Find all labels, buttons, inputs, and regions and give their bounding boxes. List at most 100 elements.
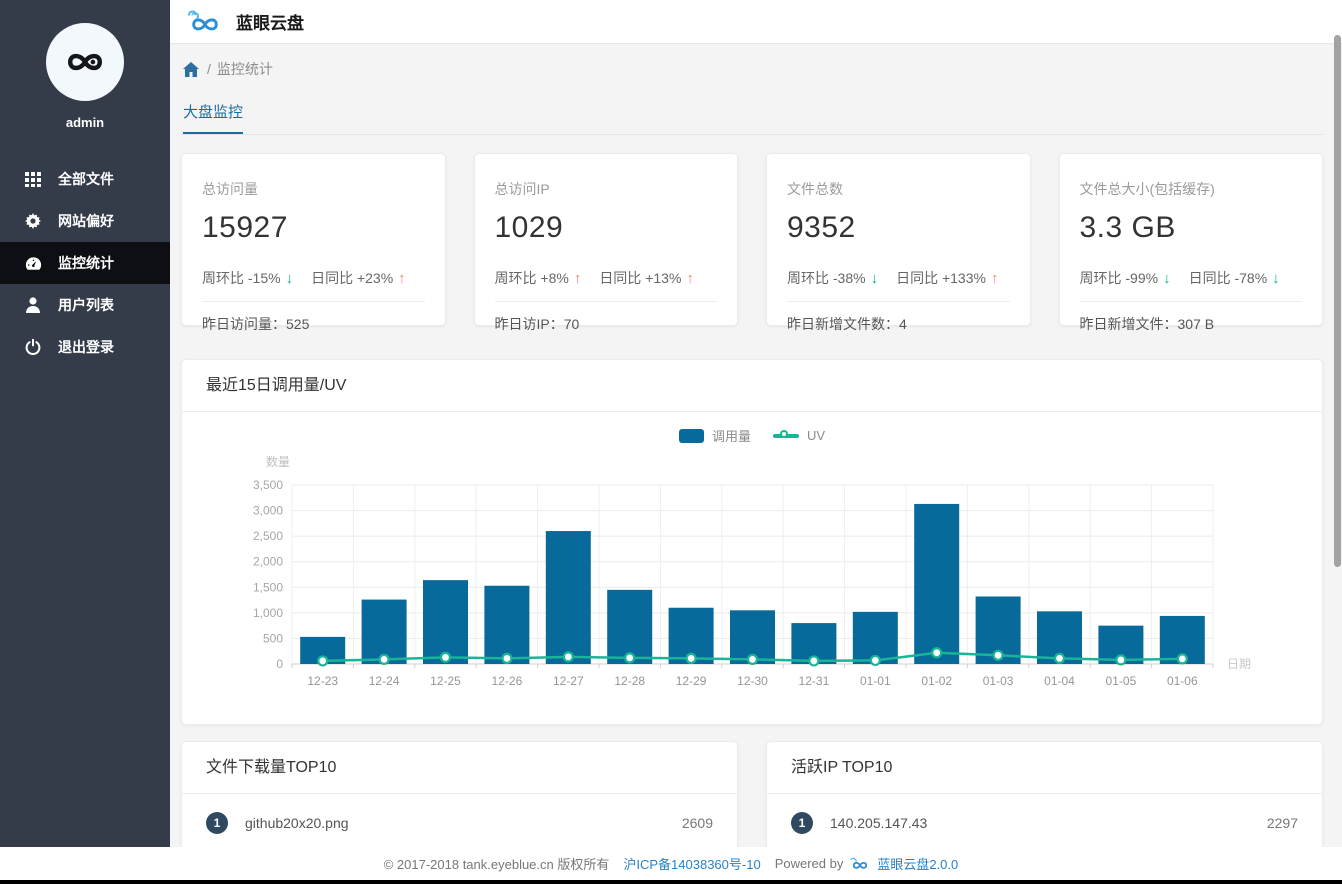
svg-text:01-01: 01-01 [860,674,891,688]
stat-label: 总访问量 [202,181,258,197]
svg-text:3,000: 3,000 [253,504,283,518]
week-trend: 周环比 -15% ↓ [202,269,294,287]
file-name: github20x20.png [245,815,349,831]
stat-footer: 昨日访IP：70 [494,316,580,332]
breadcrumb: / 监控统计 [181,59,1323,79]
uv-chart-card: 最近15日调用量/UV 调用量 UV 0 500 1,000 1,500 2,000 2,… [181,359,1323,725]
ip-address: 140.205.147.43 [830,815,928,831]
stat-footer: 昨日访问量：525 [202,316,310,332]
app-title: 蓝眼云盘 [236,14,304,33]
day-trend: 日同比 +23% ↑ [311,269,406,287]
svg-text:12-28: 12-28 [614,674,645,688]
day-trend: 日同比 +13% ↑ [599,269,694,287]
stat-label: 文件总大小(包括缓存) [1079,181,1215,197]
sidebar-item-monitor[interactable]: 监控统计 [0,242,170,284]
home-icon[interactable] [183,61,199,77]
copyright: © 2017-2018 tank.eyeblue.cn 版权所有 [383,857,610,872]
page-scrollbar-thumb[interactable] [1334,35,1341,567]
trend-arrow-icon: ↑ [990,269,999,287]
divider [494,301,717,302]
sidebar-item-all-files[interactable]: 全部文件 [0,158,170,200]
brand-version-link[interactable]: 蓝眼云盘2.0.0 [877,854,958,873]
list-item: 1 github20x20.png 2609 [182,794,737,852]
window-bottom-strip [0,880,1342,884]
brand-logo-small-icon [850,857,868,869]
list-title: 活跃IP TOP10 [767,742,1322,794]
day-trend: 日同比 +133% ↑ [896,269,999,287]
svg-text:数量: 数量 [266,454,290,469]
rank-badge: 1 [206,812,228,834]
svg-text:12-30: 12-30 [737,674,768,688]
stat-value: 1029 [494,211,564,244]
svg-text:日期: 日期 [1227,657,1251,671]
trend-arrow-icon: ↓ [1163,269,1171,287]
trend-arrow-icon: ↓ [1272,269,1280,287]
infinity-logo-icon [68,53,102,71]
divider [1079,301,1302,302]
bar-series-swatch [678,428,704,443]
sidebar-item-users[interactable]: 用户列表 [0,284,170,326]
gauge-icon [24,254,42,272]
stat-card-total-visits: 总访问量 15927 周环比 -15% ↓ 日同比 +23% ↑ 昨日访问量：525 [181,153,446,332]
username: admin [65,115,105,130]
sidebar: admin 全部文件 网站偏好 监控统计 用户列表 退出登录 [0,0,170,880]
svg-text:12-31: 12-31 [799,674,830,688]
bar-line-chart[interactable]: 0 500 1,000 1,500 2,000 2,500 3,000 3,500 12-23 1… [182,412,1324,707]
sidebar-menu: 全部文件 网站偏好 监控统计 用户列表 退出登录 [0,158,170,368]
svg-text:01-03: 01-03 [983,674,1014,688]
svg-text:12-24: 12-24 [369,674,400,688]
list-title: 文件下载量TOP10 [182,742,737,794]
stat-label: 总访问IP [494,181,550,197]
trend-arrow-icon: ↓ [870,269,879,287]
line-series-swatch [772,429,799,438]
svg-text:1,000: 1,000 [253,606,283,620]
sidebar-item-label: 监控统计 [58,255,114,271]
active-ip-top10-card: 活跃IP TOP10 1 140.205.147.43 2297 [766,741,1323,861]
svg-text:01-05: 01-05 [1106,674,1137,688]
svg-text:12-27: 12-27 [553,674,584,688]
svg-text:01-06: 01-06 [1167,674,1198,688]
svg-text:12-25: 12-25 [430,674,461,688]
top-lists-row: 文件下载量TOP10 1 github20x20.png 2609 活跃IP T… [181,741,1323,861]
header: 蓝眼云盘 [170,0,1342,44]
sidebar-item-label: 网站偏好 [58,213,114,229]
icp-link[interactable]: 沪ICP备14038360号-10 [623,854,760,873]
stat-label: 文件总数 [787,181,843,197]
svg-text:1,500: 1,500 [253,580,283,594]
stat-footer: 昨日新增文件：307 B [1079,316,1215,332]
svg-text:2,000: 2,000 [253,555,283,569]
sidebar-item-label: 用户列表 [58,297,114,313]
day-trend: 日同比 -78% ↓ [1188,269,1280,287]
stat-card-total-size: 文件总大小(包括缓存) 3.3 GB 周环比 -99% ↓ 日同比 -78% ↓ 昨… [1058,153,1323,332]
legend-item-calls[interactable]: 调用量 [678,426,751,445]
legend-item-uv[interactable]: UV [772,428,825,443]
tabs-bar: 大盘监控 [181,101,1323,135]
stat-cards-row: 总访问量 15927 周环比 -15% ↓ 日同比 +23% ↑ 昨日访问量：525… [181,153,1323,332]
stat-card-total-files: 文件总数 9352 周环比 -38% ↓ 日同比 +133% ↑ 昨日新增文件数：4 [766,153,1031,332]
user-icon [24,296,42,314]
avatar[interactable] [46,23,124,101]
sidebar-item-label: 全部文件 [58,171,114,187]
rank-badge: 1 [791,812,813,834]
powered-by: Powered by 蓝眼云盘2.0.0 [774,854,959,873]
divider [202,301,425,302]
week-trend: 周环比 -99% ↓ [1079,269,1171,287]
list-item: 1 140.205.147.43 2297 [767,794,1322,852]
tab-dashboard-monitor[interactable]: 大盘监控 [183,101,244,134]
stat-value: 3.3 GB [1079,211,1176,244]
week-trend: 周环比 -38% ↓ [787,269,879,287]
trend-arrow-icon: ↑ [573,269,582,287]
downloads-top10-card: 文件下载量TOP10 1 github20x20.png 2609 [181,741,738,861]
svg-text:0: 0 [276,657,283,671]
download-count: 2609 [681,815,713,831]
grid-icon [24,170,42,188]
week-trend: 周环比 +8% ↑ [494,269,582,287]
divider [787,301,1010,302]
trend-arrow-icon: ↓ [285,269,294,287]
sidebar-item-logout[interactable]: 退出登录 [0,326,170,368]
visit-count: 2297 [1266,815,1298,831]
svg-text:12-23: 12-23 [307,674,338,688]
sidebar-item-preferences[interactable]: 网站偏好 [0,200,170,242]
stat-value: 9352 [787,211,856,244]
breadcrumb-current: 监控统计 [216,61,273,77]
